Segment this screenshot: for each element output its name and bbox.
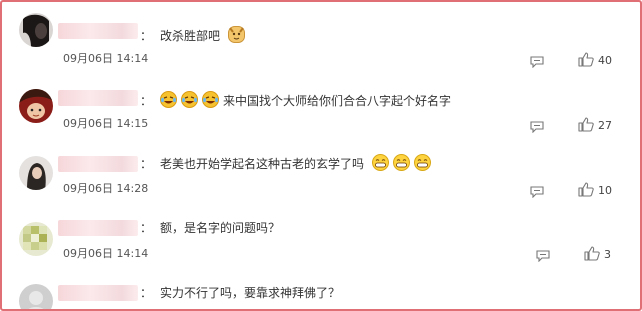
grinning-emoji	[413, 154, 431, 171]
reply-icon[interactable]	[530, 183, 544, 199]
like-thumb-icon[interactable]	[578, 52, 596, 68]
comment-list: ： 改杀胜部吧 09月06日 14:14 40 ： 来中国找个大师给你们合合八字起…	[0, 0, 642, 311]
comment-text-line: ： 额，是名字的问题吗？	[140, 219, 280, 237]
like-count: 10	[598, 184, 612, 197]
comment-item: ： 改杀胜部吧 09月06日 14:14 40	[2, 2, 640, 69]
grinning-emoji	[392, 154, 410, 171]
like-count: 40	[598, 54, 612, 67]
user-name-masked[interactable]	[58, 220, 138, 236]
colon-separator: ：	[140, 221, 153, 235]
comment-timestamp: 09月06日 14:14	[63, 52, 149, 65]
grinning-emoji	[371, 154, 389, 171]
avatar-girl-icon[interactable]	[19, 156, 53, 190]
dog-face-emoji	[227, 26, 245, 43]
reply-icon[interactable]	[530, 53, 544, 69]
colon-separator: ：	[140, 29, 153, 43]
comment-text: 额，是名字的问题吗？	[160, 221, 281, 235]
avatar-dark-hair-icon[interactable]	[19, 13, 53, 47]
comment-text-line: ： 老美也开始学起名这种古老的玄学了吗	[140, 154, 435, 173]
reply-icon[interactable]	[536, 247, 550, 263]
comment-item: ： 老美也开始学起名这种古老的玄学了吗 09月06日 14:28 10	[2, 134, 640, 200]
laughing-tears-emoji	[202, 91, 220, 108]
comment-text-line: ： 改杀胜部吧	[140, 26, 249, 45]
like-thumb-icon[interactable]	[584, 246, 602, 262]
comment-text-line: ： 实力不行了吗，要靠求神拜佛了？	[140, 284, 340, 302]
comment-timestamp: 09月06日 14:15	[63, 117, 149, 130]
reply-icon[interactable]	[530, 118, 544, 134]
like-thumb-icon[interactable]	[578, 182, 596, 198]
comment-item: ： 来中国找个大师给你们合合八字起个好名字 09月06日 14:15 27	[2, 68, 640, 134]
comment-text: 来中国找个大师给你们合合八字起个好名字	[223, 94, 452, 108]
comment-text: 实力不行了吗，要靠求神拜佛了？	[160, 286, 341, 300]
comment-text: 改杀胜部吧	[160, 29, 221, 43]
comment-item: ： 额，是名字的问题吗？ 09月06日 14:14 3	[2, 200, 640, 266]
user-name-masked[interactable]	[58, 285, 138, 301]
avatar-gray-icon[interactable]	[19, 284, 53, 309]
laughing-tears-emoji	[181, 91, 199, 108]
avatar-blurred-icon[interactable]	[19, 222, 53, 256]
user-name-masked[interactable]	[58, 90, 138, 106]
comment-text: 老美也开始学起名这种古老的玄学了吗	[160, 157, 365, 171]
like-thumb-icon[interactable]	[578, 117, 596, 133]
comment-timestamp: 09月06日 14:14	[63, 247, 149, 260]
user-name-masked[interactable]	[58, 23, 138, 39]
like-count: 3	[604, 248, 611, 261]
avatar-cartoon-icon[interactable]	[19, 89, 53, 123]
colon-separator: ：	[140, 286, 153, 300]
colon-separator: ：	[140, 94, 153, 108]
comment-text-line: ： 来中国找个大师给你们合合八字起个好名字	[140, 91, 451, 110]
like-count: 27	[598, 119, 612, 132]
laughing-tears-emoji	[160, 91, 178, 108]
comment-item: ： 实力不行了吗，要靠求神拜佛了？	[2, 266, 640, 309]
colon-separator: ：	[140, 157, 153, 171]
user-name-masked[interactable]	[58, 156, 138, 172]
comment-timestamp: 09月06日 14:28	[63, 182, 149, 195]
